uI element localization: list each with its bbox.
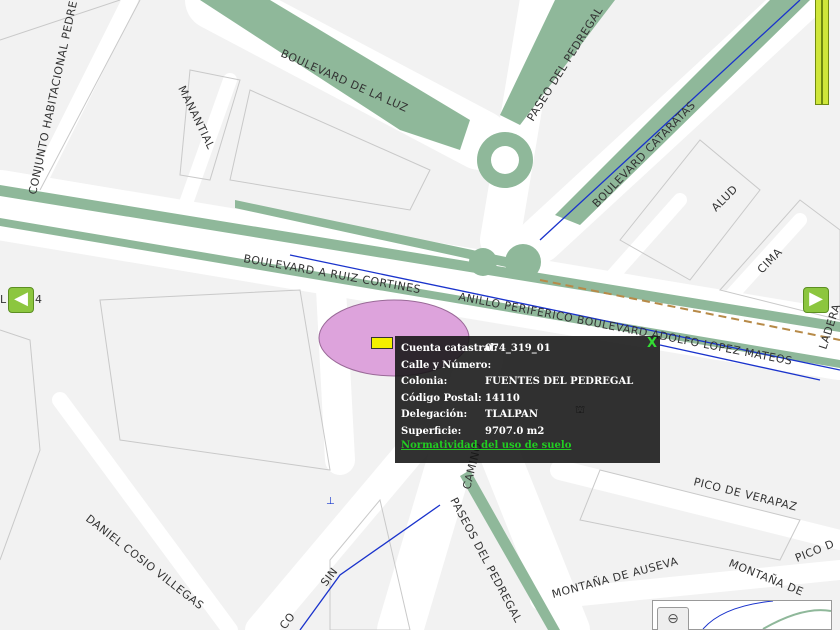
info-row-superficie: Superficie: 9707.0 m2 [401, 424, 654, 441]
info-label: Código Postal: [401, 392, 482, 404]
zoom-slider[interactable] [815, 0, 829, 105]
info-row-codigo-postal: Código Postal: 14110 [401, 391, 654, 408]
info-value: FUENTES DEL PEDREGAL [485, 376, 634, 387]
selection-pointer [371, 337, 393, 349]
info-label: Cuenta catastral: [401, 343, 498, 354]
pan-left-button[interactable]: ◀ [8, 287, 34, 313]
info-value [485, 358, 654, 375]
info-label: Colonia: [401, 376, 448, 387]
arrow-right-icon: ▶ [809, 288, 823, 309]
info-label: Superficie: [401, 425, 462, 437]
info-row-delegacion: Delegación: TLALPAN [401, 407, 654, 424]
info-value: 14110 [485, 392, 520, 404]
info-label: Delegación: [401, 409, 468, 420]
map-layer: BOULEVARD DE LA LUZ PASEO DEL PEDREGAL C… [0, 0, 840, 630]
pan-right-button[interactable]: ▶ [803, 287, 829, 313]
arrow-left-icon: ◀ [14, 288, 28, 309]
info-value: 9707.0 m2 [485, 425, 545, 437]
parcel-info-popup: X Cuenta catastral: 074_319_01 Calle y N… [395, 336, 660, 463]
zoom-out-button[interactable]: ⊖ [657, 607, 689, 630]
partial-label-left: L [0, 293, 7, 306]
info-value: TLALPAN [485, 409, 538, 420]
magnifier-minus-icon: ⊖ [667, 611, 679, 627]
info-row-colonia: Colonia: FUENTES DEL PEDREGAL [401, 374, 654, 391]
info-row-cuenta: Cuenta catastral: 074_319_01 [401, 341, 654, 358]
land-use-link[interactable]: Normatividad del uso de suelo [401, 440, 654, 451]
info-row-calle: Calle y Número: [401, 358, 654, 375]
map-canvas[interactable]: BOULEVARD DE LA LUZ PASEO DEL PEDREGAL C… [0, 0, 840, 630]
close-popup-button[interactable]: X [647, 336, 657, 351]
street-label-alud: ALUD [709, 183, 741, 215]
info-label: Calle y Número: [401, 359, 492, 371]
info-value: 074_319_01 [485, 343, 551, 354]
point-marker-icon: ⊥ [326, 496, 335, 507]
partial-number-left: 4 [35, 293, 42, 306]
